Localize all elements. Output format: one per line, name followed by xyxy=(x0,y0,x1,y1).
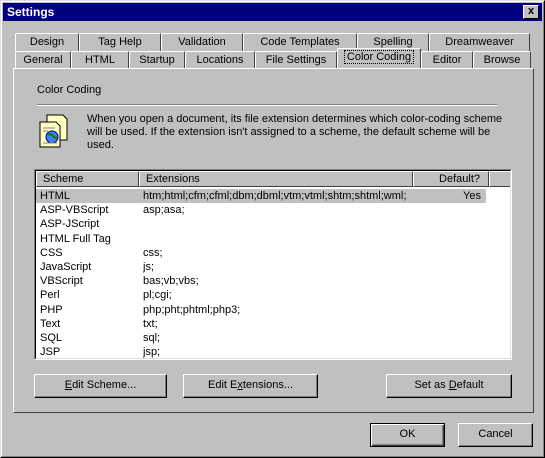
tab-general[interactable]: General xyxy=(15,51,71,69)
list-item[interactable]: Text txt; xyxy=(36,317,486,331)
cell-scheme: ASP-VBScript xyxy=(40,204,109,217)
cell-scheme: ASP-JScript xyxy=(40,218,100,231)
list-item[interactable]: HTML Full Tag xyxy=(36,232,486,246)
section-title: Color Coding xyxy=(37,84,102,96)
tab-startup[interactable]: Startup xyxy=(129,51,185,69)
cell-scheme: Perl xyxy=(40,289,60,302)
list-item[interactable]: JSP jsp; xyxy=(36,345,486,359)
close-button[interactable]: x xyxy=(523,5,539,19)
section-divider xyxy=(37,104,497,106)
cell-extensions: css; xyxy=(143,246,163,259)
cell-extensions: txt; xyxy=(143,317,158,330)
tab-locations[interactable]: Locations xyxy=(185,51,255,69)
scheme-list[interactable]: Scheme Extensions Default? HTML htm;html;… xyxy=(34,169,512,360)
window-title: Settings xyxy=(7,5,55,19)
tab-validation[interactable]: Validation xyxy=(161,33,243,51)
cell-extensions: bas;vb;vbs; xyxy=(143,275,199,288)
column-header-scheme[interactable]: Scheme xyxy=(36,171,139,187)
set-as-default-button[interactable]: Set as Default xyxy=(386,374,512,398)
list-item[interactable]: PHP php;pht;phtml;php3; xyxy=(36,303,486,317)
tab-html[interactable]: HTML xyxy=(71,51,129,69)
settings-dialog: Settings x Design Tag Help Validation Co… xyxy=(0,0,545,458)
list-item[interactable]: SQL sql; xyxy=(36,331,486,345)
cell-scheme: CSS xyxy=(40,246,63,259)
list-item[interactable]: VBScript bas;vb;vbs; xyxy=(36,274,486,288)
ok-button[interactable]: OK xyxy=(370,423,445,447)
tab-color-coding[interactable]: Color Coding xyxy=(337,48,421,68)
cell-scheme: HTML xyxy=(40,190,70,202)
cell-extensions: sql; xyxy=(143,332,161,344)
list-item[interactable]: CSS css; xyxy=(36,246,486,260)
title-bar[interactable]: Settings x xyxy=(3,3,542,21)
list-item[interactable]: Perl pl;cgi; xyxy=(36,288,486,302)
list-item[interactable]: HTML htm;html;cfm;cfml;dbm;dbml;vtm;vtml;… xyxy=(36,189,486,203)
cell-scheme: JSP xyxy=(40,346,61,359)
list-item[interactable]: ASP-JScript xyxy=(36,217,486,231)
cell-scheme: PHP xyxy=(40,303,63,316)
description-text: When you open a document, its file exten… xyxy=(87,113,503,151)
tab-tag-help[interactable]: Tag Help xyxy=(79,33,161,51)
column-header-default[interactable]: Default? xyxy=(413,171,489,187)
tab-dreamweaver[interactable]: Dreamweaver xyxy=(429,33,530,51)
tab-file-settings[interactable]: File Settings xyxy=(255,51,337,69)
column-header-extensions[interactable]: Extensions xyxy=(139,171,413,187)
cell-scheme: HTML Full Tag xyxy=(40,232,111,245)
cell-extensions: php;pht;phtml;php3; xyxy=(143,303,241,316)
list-item[interactable]: JavaScript js; xyxy=(36,260,486,274)
cell-extensions: htm;html;cfm;cfml;dbm;dbml;vtm;vtml;shtm… xyxy=(143,190,407,202)
cancel-button[interactable]: Cancel xyxy=(458,423,533,447)
cell-scheme: Text xyxy=(40,317,61,330)
cell-scheme: VBScript xyxy=(40,275,83,288)
tab-editor[interactable]: Editor xyxy=(421,51,473,69)
edit-scheme-button[interactable]: Edit Scheme... xyxy=(34,374,167,398)
cell-scheme: JavaScript xyxy=(40,261,92,273)
cell-default: Yes xyxy=(463,190,481,202)
cell-extensions: pl;cgi; xyxy=(143,289,172,302)
close-icon: x xyxy=(527,5,535,17)
tab-browse[interactable]: Browse xyxy=(473,51,531,69)
column-header-filler xyxy=(489,171,510,187)
edit-extensions-button[interactable]: Edit Extensions... xyxy=(183,374,318,398)
tab-design[interactable]: Design xyxy=(15,33,79,51)
cell-extensions: js; xyxy=(143,261,154,273)
document-globe-icon xyxy=(39,114,68,148)
cell-extensions: jsp; xyxy=(143,346,161,359)
cell-extensions: asp;asa; xyxy=(143,204,185,217)
list-item[interactable]: ASP-VBScript asp;asa; xyxy=(36,203,486,217)
cell-scheme: SQL xyxy=(40,332,63,344)
